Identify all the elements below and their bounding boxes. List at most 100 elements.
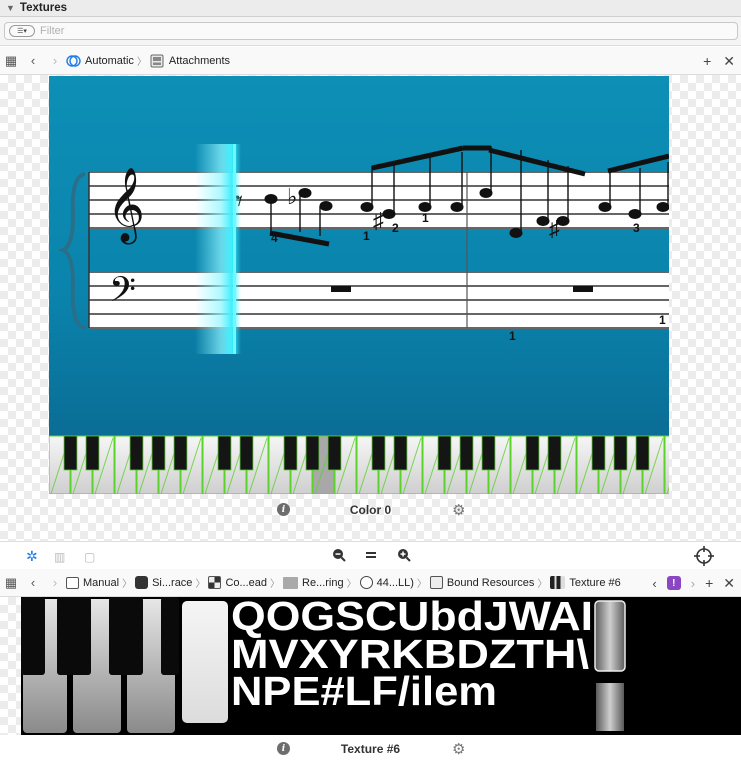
crumb-bound-resources[interactable]: Bound Resources — [429, 576, 535, 589]
back-icon[interactable]: ‹ — [22, 53, 44, 68]
issue-badge[interactable]: ! — [666, 576, 681, 590]
black-key — [547, 435, 562, 471]
previous-icon[interactable]: ‹ — [652, 576, 656, 591]
chevron-separator-icon: 〉 — [122, 579, 133, 590]
gear-icon[interactable]: ⚙ — [452, 740, 465, 758]
black-key — [283, 435, 298, 471]
svg-text:♭: ♭ — [287, 184, 297, 209]
back-icon[interactable]: ‹ — [22, 575, 44, 590]
rest-icon — [573, 286, 593, 292]
svg-text:♯: ♯ — [373, 208, 384, 233]
svg-text:2: 2 — [392, 221, 399, 235]
debug-navigator-icon[interactable]: ✲ — [26, 548, 38, 565]
bass-staff — [89, 271, 669, 329]
memory-icon[interactable]: ▥ — [54, 550, 65, 564]
chevron-separator-icon: 〉 — [270, 579, 281, 590]
black-key — [437, 435, 452, 471]
add-icon[interactable]: + — [703, 53, 711, 69]
app-icon — [135, 576, 149, 589]
black-key — [239, 435, 254, 471]
close-icon[interactable]: ✕ — [723, 53, 735, 70]
disclosure-triangle-icon[interactable]: ▼ — [6, 3, 15, 13]
chevron-separator-icon: 〉 — [195, 579, 206, 590]
color-attachment-image: 𝄞 𝄢 𝄾 ♭ ♯ ♯ — [49, 76, 669, 494]
crumb-attachments[interactable]: Attachments — [150, 54, 230, 68]
gear-icon[interactable]: ⚙ — [452, 501, 465, 519]
crumb-label: Si...race — [152, 576, 193, 589]
black-key — [151, 435, 166, 471]
crumb-command[interactable]: Co...ead — [208, 576, 267, 589]
caption-label: Color 0 — [349, 503, 392, 517]
texture-preview-area: QOGSCUbdJWAI MVXYRKBDZTH\ NPE#LF/ilem — [0, 597, 741, 735]
crumb-manual[interactable]: Manual — [66, 576, 119, 589]
section-title: Textures — [19, 2, 68, 14]
chevron-separator-icon: 〉 — [346, 579, 357, 590]
black-key — [525, 435, 540, 471]
crumb-label: 44...LL) — [376, 576, 414, 589]
zoom-out-icon[interactable] — [332, 548, 346, 565]
forward-icon[interactable]: › — [44, 575, 66, 590]
crumb-app[interactable]: Si...race — [135, 576, 192, 589]
grid-icon[interactable]: ▦ — [0, 575, 22, 591]
info-icon[interactable]: i — [277, 503, 290, 516]
chevron-separator-icon: 〉 — [136, 57, 147, 68]
black-key — [305, 435, 320, 471]
black-key — [371, 435, 386, 471]
filter-field[interactable]: ☰▾ Filter — [4, 22, 738, 40]
glyph-line: NPE#LF/ilem — [231, 668, 497, 714]
crumb-automatic[interactable]: Automatic — [66, 54, 134, 68]
gauge-icon — [359, 576, 373, 589]
close-icon[interactable]: ✕ — [723, 575, 735, 592]
crumb-label: Re...ring — [302, 576, 344, 589]
folder-icon — [283, 576, 299, 589]
texture-highlight-key — [182, 601, 228, 723]
texture-slider-knob — [594, 600, 626, 672]
black-key — [129, 435, 144, 471]
resources-icon — [429, 576, 443, 589]
texture-thumb-icon — [550, 576, 566, 589]
texture-black-key — [109, 597, 143, 675]
crumb-label: Texture #6 — [569, 576, 621, 589]
attachments-icon — [150, 54, 165, 68]
svg-text:3: 3 — [633, 221, 640, 235]
next-icon[interactable]: › — [691, 576, 695, 591]
chevron-separator-icon: 〉 — [416, 579, 427, 590]
crumb-draw-call[interactable]: 44...LL) — [359, 576, 414, 589]
info-icon[interactable]: i — [277, 742, 290, 755]
debug-toolbar: ✲ ▥ ▢ — [0, 541, 741, 571]
black-key — [393, 435, 408, 471]
svg-text:1: 1 — [363, 229, 370, 243]
score-background — [49, 76, 669, 436]
top-preview-caption: i Color 0 ⚙ — [0, 495, 741, 525]
color-attachment-preview-area: 𝄞 𝄢 𝄾 ♭ ♯ ♯ — [0, 75, 741, 541]
zoom-in-icon[interactable] — [397, 548, 411, 565]
add-icon[interactable]: + — [705, 575, 713, 591]
crumb-label: Bound Resources — [446, 576, 535, 589]
forward-icon[interactable]: › — [44, 53, 66, 68]
black-key — [217, 435, 232, 471]
texture-slider-track — [596, 683, 624, 731]
crumb-label: Co...ead — [225, 576, 268, 589]
filter-options-icon[interactable]: ☰▾ — [9, 25, 35, 37]
crumb-rendering[interactable]: Re...ring — [283, 576, 344, 589]
panel-icon — [66, 576, 79, 589]
svg-text:1: 1 — [659, 313, 666, 327]
black-key — [613, 435, 628, 471]
rest-icon — [331, 286, 351, 292]
filter-placeholder: Filter — [40, 25, 65, 37]
texture-black-key — [21, 597, 45, 675]
crumb-texture[interactable]: Texture #6 — [550, 576, 621, 589]
grid-icon[interactable]: ▦ — [0, 53, 22, 69]
crumb-label: Automatic — [85, 54, 134, 67]
target-icon[interactable] — [694, 546, 714, 569]
bottom-jump-bar: ▦ ‹ › Manual 〉 Si...race 〉 Co...ead 〉 Re… — [0, 569, 741, 597]
zoom-reset-icon[interactable] — [364, 548, 378, 565]
chevron-separator-icon: 〉 — [537, 579, 548, 590]
black-key — [85, 435, 100, 471]
frame-icon[interactable]: ▢ — [84, 550, 95, 564]
texture-image: QOGSCUbdJWAI MVXYRKBDZTH\ NPE#LF/ilem — [21, 597, 741, 735]
black-key — [481, 435, 496, 471]
textures-section-header[interactable]: ▼ Textures — [0, 0, 741, 17]
caption-label: Texture #6 — [340, 742, 401, 756]
svg-text:♯: ♯ — [549, 216, 560, 241]
